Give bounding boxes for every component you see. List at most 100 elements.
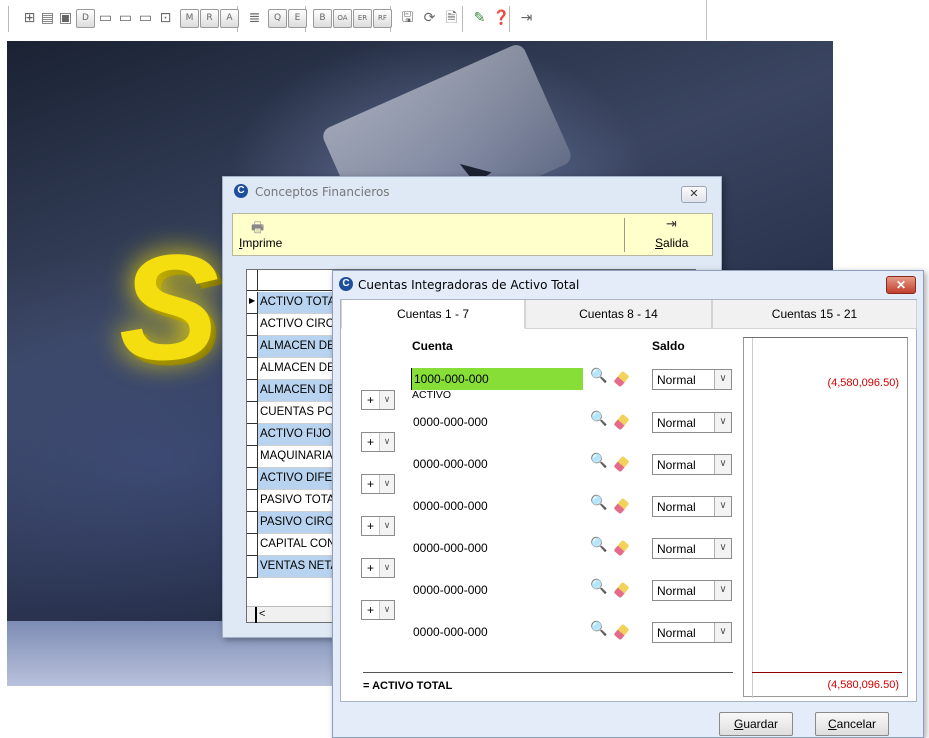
saldo-select[interactable]: Normal ∨	[652, 496, 732, 517]
chevron-down-icon[interactable]: ∨	[714, 370, 731, 389]
cancel-button[interactable]: Cancelar	[815, 712, 889, 736]
eraser-icon[interactable]	[613, 623, 630, 641]
exit-icon[interactable]: ⇥	[517, 9, 536, 28]
eraser-icon[interactable]	[613, 581, 630, 599]
row-selector[interactable]	[247, 424, 258, 446]
eraser-icon[interactable]	[613, 497, 630, 515]
row-selector[interactable]	[247, 534, 258, 556]
chevron-down-icon[interactable]: ∨	[379, 601, 394, 619]
operator-select[interactable]: + ∨	[361, 516, 395, 536]
account-code-input[interactable]: 0000-000-000	[411, 453, 583, 475]
scroll-left-icon[interactable]: <	[259, 608, 265, 620]
operator-select[interactable]: + ∨	[361, 474, 395, 494]
cuentas-title: Cuentas Integradoras de Activo Total	[358, 278, 580, 292]
chevron-down-icon[interactable]: ∨	[714, 539, 731, 558]
account-code-input[interactable]: 0000-000-000	[411, 621, 583, 643]
window-icon-1[interactable]: ▭	[96, 9, 115, 28]
chevron-down-icon[interactable]: ∨	[379, 475, 394, 493]
window-icon-2[interactable]: ▭	[116, 9, 135, 28]
e-button[interactable]: E	[288, 9, 307, 28]
row-selector[interactable]	[247, 512, 258, 534]
search-icon[interactable]: 🔍	[590, 537, 607, 553]
tab-cuentas-15-21[interactable]: Cuentas 15 - 21	[712, 300, 917, 329]
list-icon[interactable]: ≣	[245, 9, 264, 28]
er-button[interactable]: ER	[353, 9, 372, 28]
save-button[interactable]: Guardar	[719, 712, 793, 736]
row-selector[interactable]	[247, 380, 258, 402]
cuentas-titlebar[interactable]: C Cuentas Integradoras de Activo Total ✕	[333, 271, 923, 301]
row-selector[interactable]	[247, 468, 258, 490]
account-code-input[interactable]: 0000-000-000	[411, 579, 583, 601]
table-icon[interactable]: ▤	[38, 9, 57, 28]
tab-cuentas-8-14[interactable]: Cuentas 8 - 14	[525, 300, 712, 329]
operator-select[interactable]: + ∨	[361, 390, 395, 410]
row-selector[interactable]	[247, 358, 258, 380]
eraser-icon[interactable]	[613, 455, 630, 473]
operator-select[interactable]: + ∨	[361, 432, 395, 452]
grid-icon[interactable]: ⊡	[156, 9, 175, 28]
b-button[interactable]: B	[313, 9, 332, 28]
search-icon[interactable]: 🔍	[590, 495, 607, 511]
conceptos-titlebar[interactable]: C Conceptos Financieros ✕	[223, 177, 721, 207]
eraser-icon[interactable]	[613, 413, 630, 431]
rf-button[interactable]: RF	[373, 9, 392, 28]
row-selector[interactable]	[247, 336, 258, 358]
tab-cuentas-1-7[interactable]: Cuentas 1 - 7	[341, 300, 525, 329]
row-selector[interactable]: ▶	[247, 292, 258, 314]
search-icon[interactable]: 🔍	[590, 621, 607, 637]
app-icon: C	[339, 277, 353, 291]
d-button[interactable]: D	[76, 9, 95, 28]
search-icon[interactable]: 🔍	[590, 368, 607, 384]
edit-icon[interactable]: ✎	[470, 9, 489, 28]
save-icon[interactable]: 🖫	[398, 9, 417, 28]
chevron-down-icon[interactable]: ∨	[714, 455, 731, 474]
m-button[interactable]: M	[180, 9, 199, 28]
eraser-icon[interactable]	[613, 539, 630, 557]
row-selector[interactable]	[247, 314, 258, 336]
saldo-select[interactable]: Normal ∨	[652, 454, 732, 475]
chevron-down-icon[interactable]: ∨	[379, 517, 394, 535]
report-icon[interactable]: 🗎	[442, 9, 461, 28]
row-selector[interactable]	[247, 402, 258, 424]
chevron-down-icon[interactable]: ∨	[379, 559, 394, 577]
exit-button[interactable]: ⇥ Salida	[651, 217, 701, 253]
saldo-select[interactable]: Normal ∨	[652, 412, 732, 433]
row-selector[interactable]	[247, 446, 258, 468]
saldo-select[interactable]: Normal ∨	[652, 580, 732, 601]
r-button[interactable]: R	[200, 9, 219, 28]
q-button[interactable]: Q	[268, 9, 287, 28]
operator-select[interactable]: + ∨	[361, 558, 395, 578]
account-code-input[interactable]: 0000-000-000	[411, 495, 583, 517]
operator-select[interactable]: + ∨	[361, 600, 395, 620]
row-selector[interactable]	[247, 490, 258, 512]
chevron-down-icon[interactable]: ∨	[714, 497, 731, 516]
saldo-value: Normal	[657, 542, 696, 556]
database-icon[interactable]: ▣	[56, 9, 75, 28]
close-icon[interactable]: ✕	[681, 186, 707, 203]
saldo-select[interactable]: Normal ∨	[652, 538, 732, 559]
saldo-select[interactable]: Normal ∨	[652, 622, 732, 643]
window-icon-3[interactable]: ▭	[136, 9, 155, 28]
help-icon[interactable]: ❓	[492, 9, 511, 28]
account-code-input[interactable]: 0000-000-000	[411, 537, 583, 559]
chevron-down-icon[interactable]: ∨	[379, 433, 394, 451]
a-button[interactable]: A	[220, 9, 239, 28]
oa-button[interactable]: OA	[333, 9, 352, 28]
chevron-down-icon[interactable]: ∨	[714, 413, 731, 432]
search-icon[interactable]: 🔍	[590, 453, 607, 469]
account-code-input[interactable]: 0000-000-000	[411, 411, 583, 433]
amounts-panel: (4,580,096.50) (4,580,096.50)	[743, 337, 908, 698]
eraser-icon[interactable]	[613, 370, 630, 388]
search-icon[interactable]: 🔍	[590, 579, 607, 595]
chevron-down-icon[interactable]: ∨	[714, 581, 731, 600]
print-button[interactable]: 🖶 Imprime	[237, 217, 297, 253]
chevron-down-icon[interactable]: ∨	[714, 623, 731, 642]
account-code-input[interactable]: 1000-000-000	[411, 368, 583, 390]
chevron-down-icon[interactable]: ∨	[379, 391, 394, 409]
structure-icon[interactable]: ⊞	[20, 9, 39, 28]
close-icon[interactable]: ✕	[886, 276, 916, 294]
search-icon[interactable]: 🔍	[590, 411, 607, 427]
refresh-icon[interactable]: ⟳	[420, 9, 439, 28]
saldo-select[interactable]: Normal ∨	[652, 369, 732, 390]
row-selector[interactable]	[247, 556, 258, 578]
